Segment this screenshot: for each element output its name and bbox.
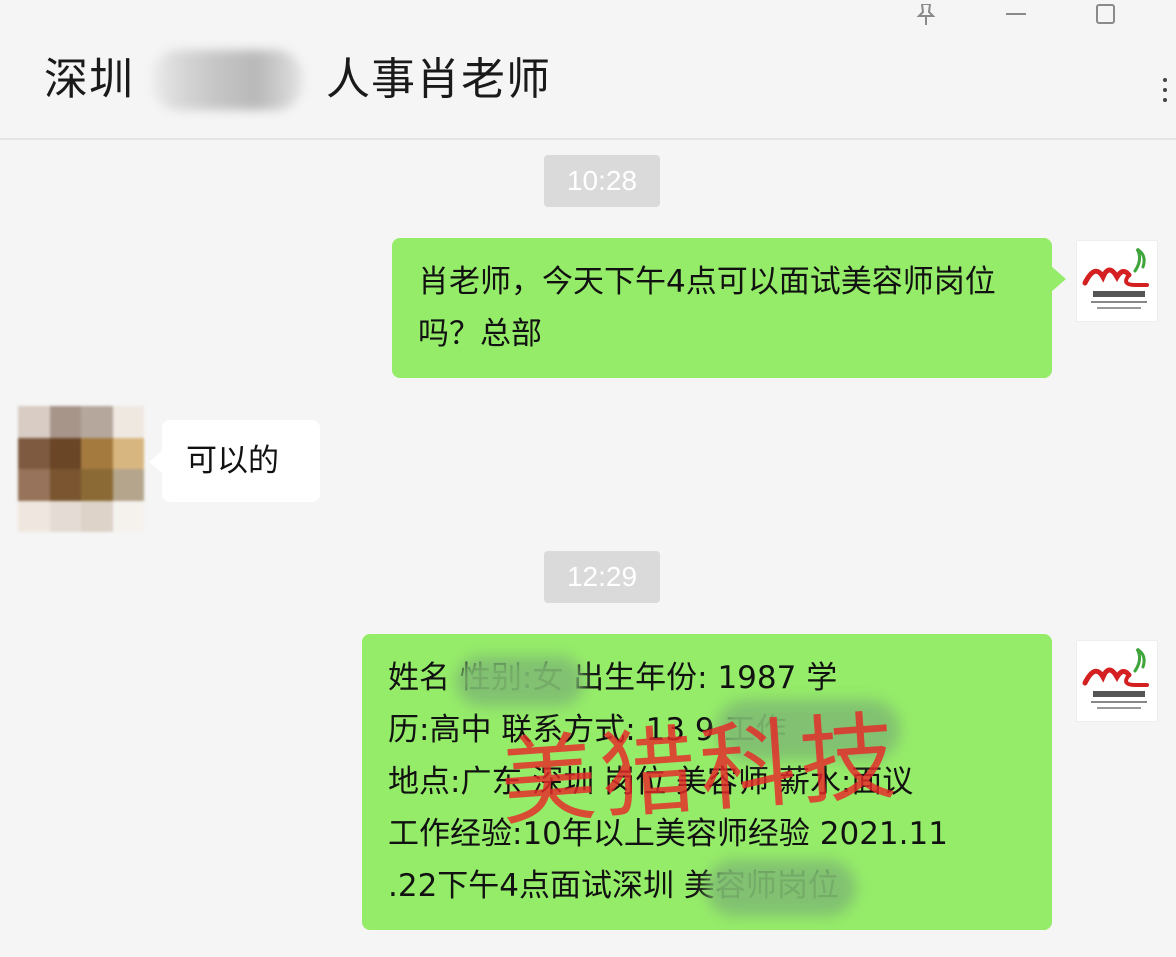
message-line: 地点:广东 深圳 岗位 美容师 薪水:面议 (388, 764, 914, 800)
chat-window: 深圳 人事肖老师 10:28 肖老师，今天下午4点可以面试美容师岗位吗？总部 可… (0, 0, 1176, 957)
chat-title: 深圳 人事肖老师 (44, 50, 551, 110)
chat-title-prefix: 深圳 (44, 54, 134, 105)
message-line: 工作经验:10年以上美容师经验 2021.11 (388, 816, 948, 852)
incoming-message[interactable]: 可以的 (149, 420, 320, 502)
avatar[interactable] (1076, 240, 1158, 322)
message-timestamp: 10:28 (544, 155, 660, 207)
message-text: 肖老师，今天下午4点可以面试美容师岗位吗？总部 (418, 264, 996, 352)
chat-header: 深圳 人事肖老师 (0, 0, 1176, 140)
message-text: 可以的 (186, 443, 279, 479)
avatar[interactable] (1076, 640, 1158, 722)
outgoing-message[interactable]: 肖老师，今天下午4点可以面试美容师岗位吗？总部 (392, 238, 1066, 378)
redaction-blur (706, 860, 856, 916)
message-timestamp: 12:29 (544, 551, 660, 603)
message-line: 历:高中 联系方式: 13 9 工作 (388, 712, 787, 748)
redaction-blur (716, 700, 900, 760)
chat-title-suffix: 人事肖老师 (326, 54, 551, 105)
avatar[interactable] (18, 406, 144, 532)
redacted-name (152, 50, 302, 110)
redaction-blur (456, 656, 584, 706)
more-dots-icon[interactable] (1162, 78, 1168, 102)
